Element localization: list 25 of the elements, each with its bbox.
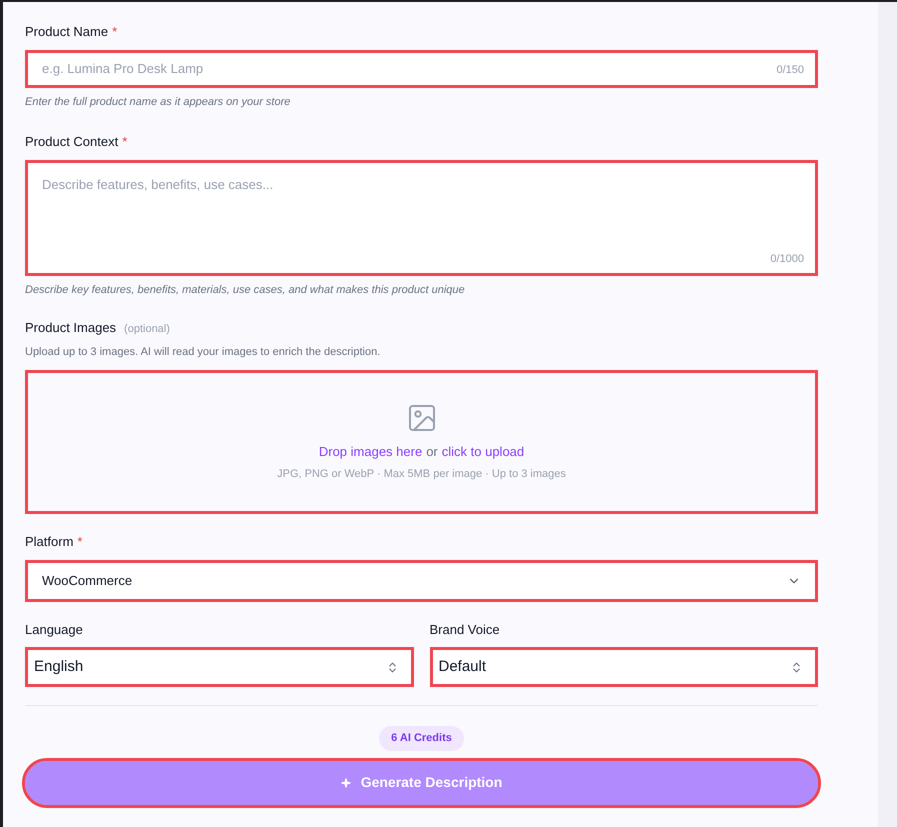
- credits-badge: 6 AI Credits: [379, 726, 464, 750]
- field-label: Product Images: [25, 319, 116, 337]
- field-label: Brand Voice: [430, 620, 500, 638]
- field-hint: Enter the full product name as it appears on your store: [25, 94, 292, 110]
- required-mark: *: [77, 533, 82, 551]
- drop-images-link[interactable]: Drop images here: [318, 442, 422, 462]
- field-hint: Describe key features, benefits, materials, use cases, and what makes this product unique: [25, 282, 466, 298]
- field-label: Platform: [25, 533, 74, 551]
- image-drop-zone[interactable]: Drop images here or click to upload JPG, PNG or WebP · Max 5MB per image · Up to 3 images: [25, 370, 818, 514]
- dropdown-select[interactable]: Default: [430, 647, 818, 687]
- separator-text: or: [426, 443, 438, 461]
- field-label: Product Name: [25, 23, 108, 41]
- upload-description: Upload up to 3 images. AI will read your images to enrich the description.: [25, 344, 382, 360]
- sparkle-icon: [340, 778, 351, 788]
- field-label: Product Context: [25, 133, 118, 151]
- platform-select[interactable]: WooCommerce: [25, 560, 818, 602]
- character-counter: 0/150: [776, 62, 804, 78]
- upload-link[interactable]: click to upload: [442, 442, 524, 462]
- character-counter: 0/1000: [770, 252, 804, 267]
- required-mark: *: [112, 23, 118, 41]
- optional-tag: (optional): [124, 321, 170, 338]
- file-formats-text: JPG, PNG or WebP · Max 5MB per image · Up to 3 images: [277, 466, 566, 482]
- field-label: Language: [25, 620, 83, 639]
- dropdown-select[interactable]: English: [25, 647, 414, 687]
- required-mark: *: [122, 133, 128, 151]
